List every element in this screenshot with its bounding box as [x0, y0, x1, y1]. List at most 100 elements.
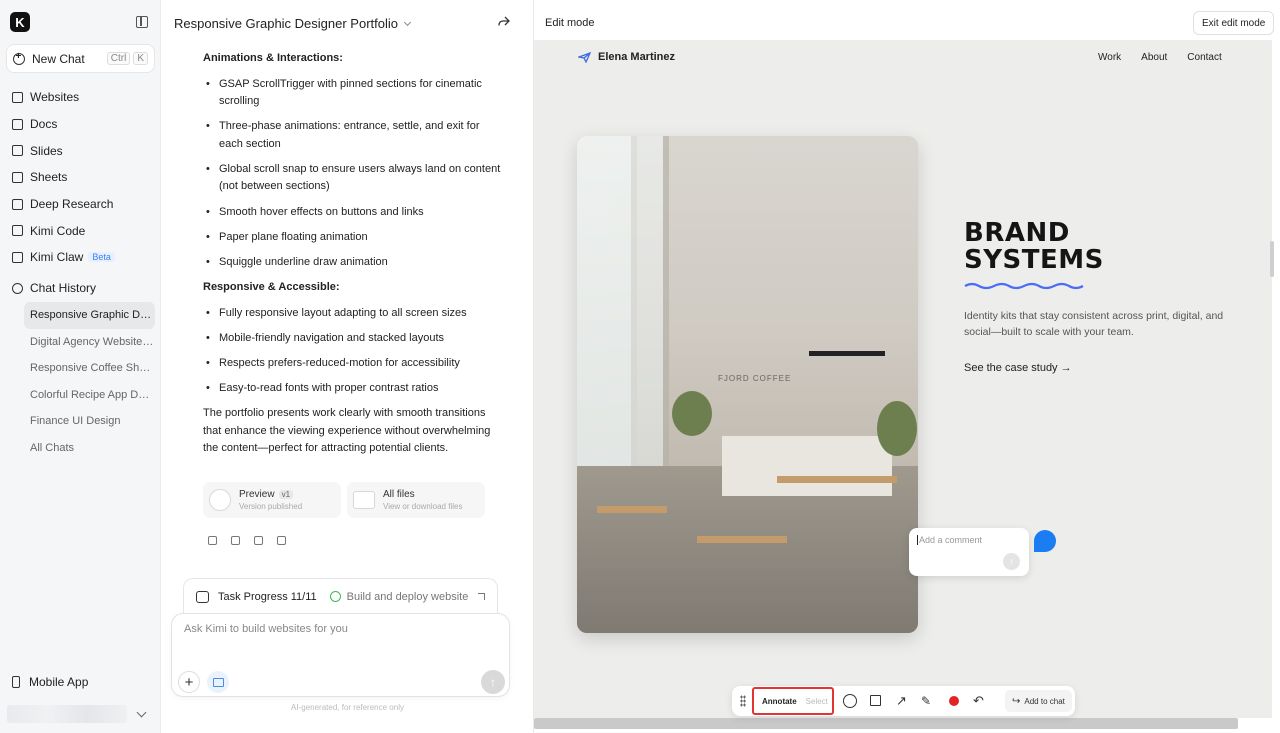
browser-icon — [12, 91, 23, 103]
history-item[interactable]: Digital Agency Website De... — [24, 329, 155, 356]
hero-title-line: SYSTEMS — [964, 245, 1104, 275]
color-picker-icon[interactable] — [949, 696, 959, 706]
case-study-link[interactable]: See the case study → — [964, 362, 1072, 374]
comment-input[interactable]: Add a comment — [917, 535, 982, 545]
sidebar-item-websites[interactable]: Websites — [0, 84, 161, 111]
all-chats-link[interactable]: All Chats — [24, 435, 155, 462]
drag-handle-icon[interactable] — [740, 695, 746, 707]
chat-history-header[interactable]: Chat History — [12, 281, 96, 295]
new-chat-icon — [13, 51, 25, 65]
photo-counter — [722, 436, 892, 496]
all-files-card[interactable]: All files View or download files — [347, 482, 485, 518]
chat-input-box[interactable]: Ask Kimi to build websites for you + ↑ — [171, 613, 510, 697]
history-item[interactable]: Colorful Recipe App Design — [24, 382, 155, 409]
assistant-message: Animations & Interactions: GSAP ScrollTr… — [203, 50, 505, 458]
add-to-chat-button[interactable]: ↪ Add to chat — [1005, 690, 1072, 712]
history-item-active[interactable]: Responsive Graphic Design... — [24, 302, 155, 329]
chat-title-text: Responsive Graphic Designer Portfolio — [174, 16, 398, 31]
summary-text: The portfolio presents work clearly with… — [203, 407, 491, 455]
chevron-down-icon[interactable] — [136, 707, 147, 718]
shortcut-key-k: K — [133, 52, 148, 65]
site-nav-about[interactable]: About — [1141, 52, 1167, 63]
sidebar-item-deep-research[interactable]: Deep Research — [0, 191, 161, 218]
arrow-tool-icon[interactable]: ↗ — [896, 694, 910, 708]
comment-pin-icon[interactable] — [1034, 530, 1056, 552]
robot-icon — [196, 590, 209, 603]
chat-panel: Responsive Graphic Designer Portfolio An… — [161, 0, 534, 733]
site-brand[interactable]: Elena Martinez — [578, 51, 675, 63]
photo-plant — [672, 391, 712, 436]
sidebar-item-label: Kimi Claw — [30, 250, 84, 265]
comment-send-button[interactable]: ↑ — [1003, 553, 1020, 570]
cafe-photo: FJORD COFFEE — [577, 136, 918, 633]
sidebar-item-kimi-claw[interactable]: Kimi Claw Beta — [0, 244, 161, 271]
sidebar-toggle-icon[interactable] — [136, 16, 148, 28]
shortcut-key-ctrl: Ctrl — [106, 52, 131, 65]
exit-edit-mode-button[interactable]: Exit edit mode — [1193, 11, 1275, 35]
comment-tool-icon[interactable] — [843, 694, 857, 708]
photo-table — [697, 536, 787, 543]
sidebar: K New Chat Ctrl K Websites Docs Slides S… — [0, 0, 161, 733]
mode-switch: Annotate Select — [752, 687, 834, 715]
site-nav-work[interactable]: Work — [1098, 52, 1121, 63]
sidebar-item-label: Docs — [30, 117, 58, 132]
mobile-app-link[interactable]: Mobile App — [12, 675, 88, 689]
new-chat-button[interactable]: New Chat Ctrl K — [6, 44, 155, 73]
comment-popover[interactable]: Add a comment ↑ — [909, 528, 1029, 576]
share-icon[interactable] — [498, 16, 510, 28]
chat-history-label: Chat History — [30, 281, 97, 295]
undo-icon[interactable]: ↶ — [973, 694, 987, 708]
list-item: Global scroll snap to ensure users alway… — [203, 161, 505, 196]
rectangle-tool-icon[interactable] — [870, 695, 881, 706]
folder-icon — [353, 491, 375, 509]
sheet-icon — [12, 171, 23, 183]
site-brand-name: Elena Martinez — [598, 51, 676, 63]
thumbs-up-icon[interactable] — [254, 536, 263, 545]
photo-sign-text: FJORD COFFEE — [718, 374, 792, 383]
photo-plant — [877, 401, 917, 456]
site-nav-contact[interactable]: Contact — [1187, 52, 1221, 63]
user-account[interactable] — [7, 705, 127, 723]
sidebar-nav: Websites Docs Slides Sheets Deep Researc… — [0, 84, 161, 271]
chat-input-placeholder[interactable]: Ask Kimi to build websites for you — [184, 623, 348, 635]
shortcut-hint: Ctrl K — [106, 52, 148, 65]
preview-card-title: Preview — [239, 489, 275, 500]
sidebar-item-slides[interactable]: Slides — [0, 137, 161, 164]
horizontal-scrollbar[interactable] — [534, 718, 1238, 729]
task-status-label: Build and deploy website — [346, 590, 469, 603]
sidebar-item-label: Slides — [30, 143, 63, 158]
attach-button[interactable]: + — [178, 671, 200, 693]
sidebar-item-docs[interactable]: Docs — [0, 111, 161, 138]
list-item: Easy-to-read fonts with proper contrast … — [203, 380, 505, 398]
files-card-subtitle: View or download files — [383, 502, 463, 511]
app-window: K New Chat Ctrl K Websites Docs Slides S… — [0, 0, 1280, 733]
preview-card[interactable]: Preview v1 Version published — [203, 482, 341, 518]
thumbs-down-icon[interactable] — [277, 536, 286, 545]
website-preview[interactable]: Elena Martinez Work About Contact FJORD … — [534, 40, 1272, 718]
bullet-list: GSAP ScrollTrigger with pinned sections … — [203, 76, 505, 272]
preview-card-subtitle: Version published — [239, 502, 303, 511]
section-heading: Responsive & Accessible: — [203, 281, 340, 294]
list-item: Respects prefers-reduced-motion for acce… — [203, 355, 505, 373]
history-item[interactable]: Finance UI Design — [24, 408, 155, 435]
code-icon — [12, 225, 23, 237]
history-item[interactable]: Responsive Coffee Shop W... — [24, 355, 155, 382]
chat-title[interactable]: Responsive Graphic Designer Portfolio — [174, 16, 412, 31]
clock-icon — [12, 282, 23, 294]
task-progress-bar[interactable]: Task Progress 11/11 Build and deploy web… — [183, 578, 498, 614]
annotate-mode-button[interactable]: Annotate — [757, 692, 802, 710]
vertical-scrollbar[interactable] — [1270, 241, 1274, 277]
sidebar-item-kimi-code[interactable]: Kimi Code — [0, 217, 161, 244]
copy-icon[interactable] — [208, 536, 217, 545]
expand-icon[interactable] — [478, 593, 485, 600]
case-study-label: See the case study — [964, 362, 1058, 374]
preview-pane: Edit mode Exit edit mode Elena Martinez … — [534, 0, 1280, 733]
sidebar-item-sheets[interactable]: Sheets — [0, 164, 161, 191]
website-mode-button[interactable] — [207, 671, 229, 693]
send-button[interactable]: ↑ — [481, 670, 505, 694]
pen-tool-icon[interactable]: ✎ — [921, 694, 935, 708]
select-mode-button[interactable]: Select — [802, 697, 832, 706]
kimi-logo[interactable]: K — [10, 12, 30, 32]
list-item: Three-phase animations: entrance, settle… — [203, 118, 505, 153]
share-icon[interactable] — [231, 536, 240, 545]
